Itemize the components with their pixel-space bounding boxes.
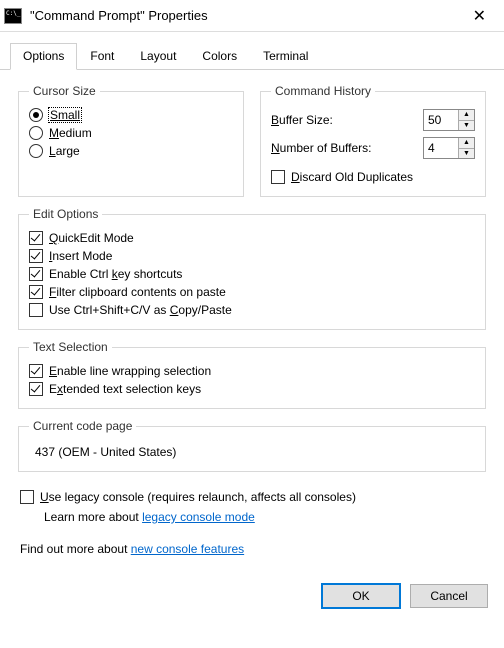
cursor-size-group: Cursor Size Small Medium Large [18,84,244,197]
radio-medium[interactable]: Medium [29,124,233,142]
spin-up-icon[interactable]: ▲ [459,138,474,149]
legacy-console-check[interactable]: Use legacy console (requires relaunch, a… [20,488,484,506]
tab-terminal[interactable]: Terminal [250,43,321,70]
spin-down-icon[interactable]: ▼ [459,149,474,159]
radio-icon [29,126,43,140]
ctrl-shortcuts-check[interactable]: Enable Ctrl key shortcuts [29,265,475,283]
spin-down-icon[interactable]: ▼ [459,121,474,131]
checkbox-icon [29,382,43,396]
dialog-buttons: OK Cancel [0,576,504,622]
edit-options-group: Edit Options QuickEdit Mode Insert Mode … [18,207,486,330]
new-console-features-link[interactable]: new console features [131,542,244,556]
tab-layout[interactable]: Layout [127,43,189,70]
tabstrip: Options Font Layout Colors Terminal [0,32,504,70]
text-selection-group: Text Selection Enable line wrapping sele… [18,340,486,409]
text-selection-legend: Text Selection [29,340,112,354]
num-buffers-input[interactable] [424,138,458,158]
command-history-group: Command History Buffer Size: ▲ ▼ Number … [260,84,486,197]
close-icon[interactable]: ✕ [463,2,496,30]
codepage-legend: Current code page [29,419,136,433]
cmd-icon [4,8,22,24]
checkbox-icon [271,170,285,184]
insert-mode-check[interactable]: Insert Mode [29,247,475,265]
quickedit-check[interactable]: QuickEdit Mode [29,229,475,247]
checkbox-icon [29,249,43,263]
tab-options[interactable]: Options [10,43,77,70]
command-history-legend: Command History [271,84,375,98]
legacy-learn-text: Learn more about legacy console mode [20,506,484,530]
checkbox-icon [20,490,34,504]
linewrap-check[interactable]: Enable line wrapping selection [29,362,475,380]
ctrlshift-copypaste-check[interactable]: Use Ctrl+Shift+C/V as Copy/Paste [29,301,475,319]
buffer-size-spinner[interactable]: ▲ ▼ [423,109,475,131]
num-buffers-spinner[interactable]: ▲ ▼ [423,137,475,159]
tab-colors[interactable]: Colors [189,43,250,70]
checkbox-icon [29,364,43,378]
cursor-size-legend: Cursor Size [29,84,100,98]
codepage-value: 437 (OEM - United States) [29,441,475,461]
checkbox-icon [29,231,43,245]
discard-duplicates-check[interactable]: Discard Old Duplicates [271,168,475,186]
checkbox-icon [29,267,43,281]
legacy-console-link[interactable]: legacy console mode [142,510,255,524]
checkbox-icon [29,285,43,299]
ok-button[interactable]: OK [322,584,400,608]
num-buffers-label: Number of Buffers: [271,141,423,155]
cancel-button[interactable]: Cancel [410,584,488,608]
radio-small[interactable]: Small [29,106,233,124]
extended-selection-check[interactable]: Extended text selection keys [29,380,475,398]
buffer-size-label: Buffer Size: [271,113,423,127]
options-panel: Cursor Size Small Medium Large Command H… [0,70,504,576]
checkbox-icon [29,303,43,317]
spin-up-icon[interactable]: ▲ [459,110,474,121]
codepage-group: Current code page 437 (OEM - United Stat… [18,419,486,472]
findout-text: Find out more about new console features [18,536,486,566]
tab-font[interactable]: Font [77,43,127,70]
window-title: "Command Prompt" Properties [30,8,463,23]
radio-icon [29,108,43,122]
radio-large[interactable]: Large [29,142,233,160]
buffer-size-input[interactable] [424,110,458,130]
edit-options-legend: Edit Options [29,207,102,221]
titlebar: "Command Prompt" Properties ✕ [0,0,504,32]
filter-clipboard-check[interactable]: Filter clipboard contents on paste [29,283,475,301]
radio-icon [29,144,43,158]
